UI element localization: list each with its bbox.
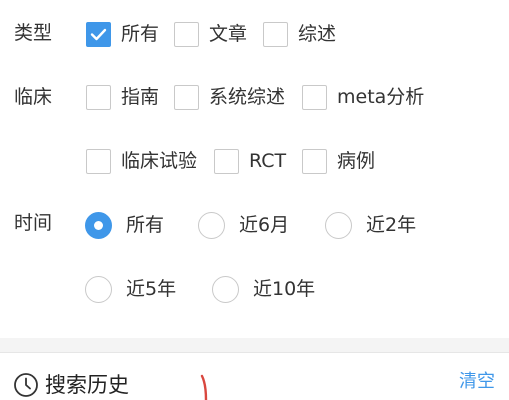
clinical-option-case[interactable]: 病例 <box>302 146 375 176</box>
clinical-option-guideline[interactable]: 指南 <box>86 82 159 112</box>
clinical-option-guideline-label: 指南 <box>121 86 160 108</box>
clear-history-button[interactable]: 清空 <box>459 370 495 394</box>
time-option-5-years[interactable]: 近5年 <box>85 274 176 304</box>
time-option-all-label: 所有 <box>126 214 165 236</box>
time-option-2-years[interactable]: 近2年 <box>325 210 416 240</box>
red-annotation-mark <box>200 374 208 400</box>
clinical-option-systematic-review-label: 系统综述 <box>209 86 286 108</box>
clinical-option-rct[interactable]: RCT <box>214 146 286 176</box>
type-option-all[interactable]: 所有 <box>86 19 159 49</box>
radio[interactable] <box>198 211 225 239</box>
time-option-5-years-label: 近5年 <box>126 278 177 300</box>
clinical-option-clinical-trial-label: 临床试验 <box>121 150 198 172</box>
search-history-header: 搜索历史 <box>13 372 129 398</box>
type-option-review[interactable]: 综述 <box>263 19 336 49</box>
checkbox[interactable] <box>174 21 199 47</box>
checkmark-icon <box>90 28 107 40</box>
time-option-6-months-label: 近6月 <box>239 214 290 236</box>
radio[interactable] <box>212 275 239 303</box>
type-option-all-label: 所有 <box>121 23 160 45</box>
radio[interactable] <box>325 211 352 239</box>
clinical-filter-label: 临床 <box>14 86 53 108</box>
clinical-option-meta-analysis[interactable]: meta分析 <box>302 82 424 112</box>
time-option-10-years[interactable]: 近10年 <box>212 274 315 304</box>
clinical-option-case-label: 病例 <box>337 150 376 172</box>
checkbox[interactable] <box>86 84 111 110</box>
time-option-2-years-label: 近2年 <box>366 214 417 236</box>
type-option-review-label: 综述 <box>298 23 337 45</box>
radio[interactable] <box>85 275 112 303</box>
checkbox[interactable] <box>263 21 288 47</box>
clinical-option-clinical-trial[interactable]: 临床试验 <box>86 146 197 176</box>
checkbox[interactable] <box>174 84 199 110</box>
clinical-option-meta-analysis-label: meta分析 <box>337 86 425 108</box>
time-option-6-months[interactable]: 近6月 <box>198 210 289 240</box>
search-history-title: 搜索历史 <box>45 373 129 397</box>
type-filter-label: 类型 <box>14 22 53 44</box>
checkbox[interactable] <box>302 148 327 174</box>
time-option-10-years-label: 近10年 <box>253 278 316 300</box>
type-option-article-label: 文章 <box>209 23 248 45</box>
clock-icon <box>14 373 38 397</box>
type-option-article[interactable]: 文章 <box>174 19 247 49</box>
time-filter-label: 时间 <box>14 212 53 234</box>
checkbox[interactable] <box>214 148 239 174</box>
checkbox-checked[interactable] <box>86 21 111 47</box>
checkbox[interactable] <box>302 84 327 110</box>
clinical-option-rct-label: RCT <box>249 150 287 172</box>
time-option-all[interactable]: 所有 <box>85 210 164 240</box>
checkbox[interactable] <box>86 148 111 174</box>
clinical-option-systematic-review[interactable]: 系统综述 <box>174 82 285 112</box>
radio-selected[interactable] <box>85 211 112 239</box>
section-divider <box>0 338 509 353</box>
